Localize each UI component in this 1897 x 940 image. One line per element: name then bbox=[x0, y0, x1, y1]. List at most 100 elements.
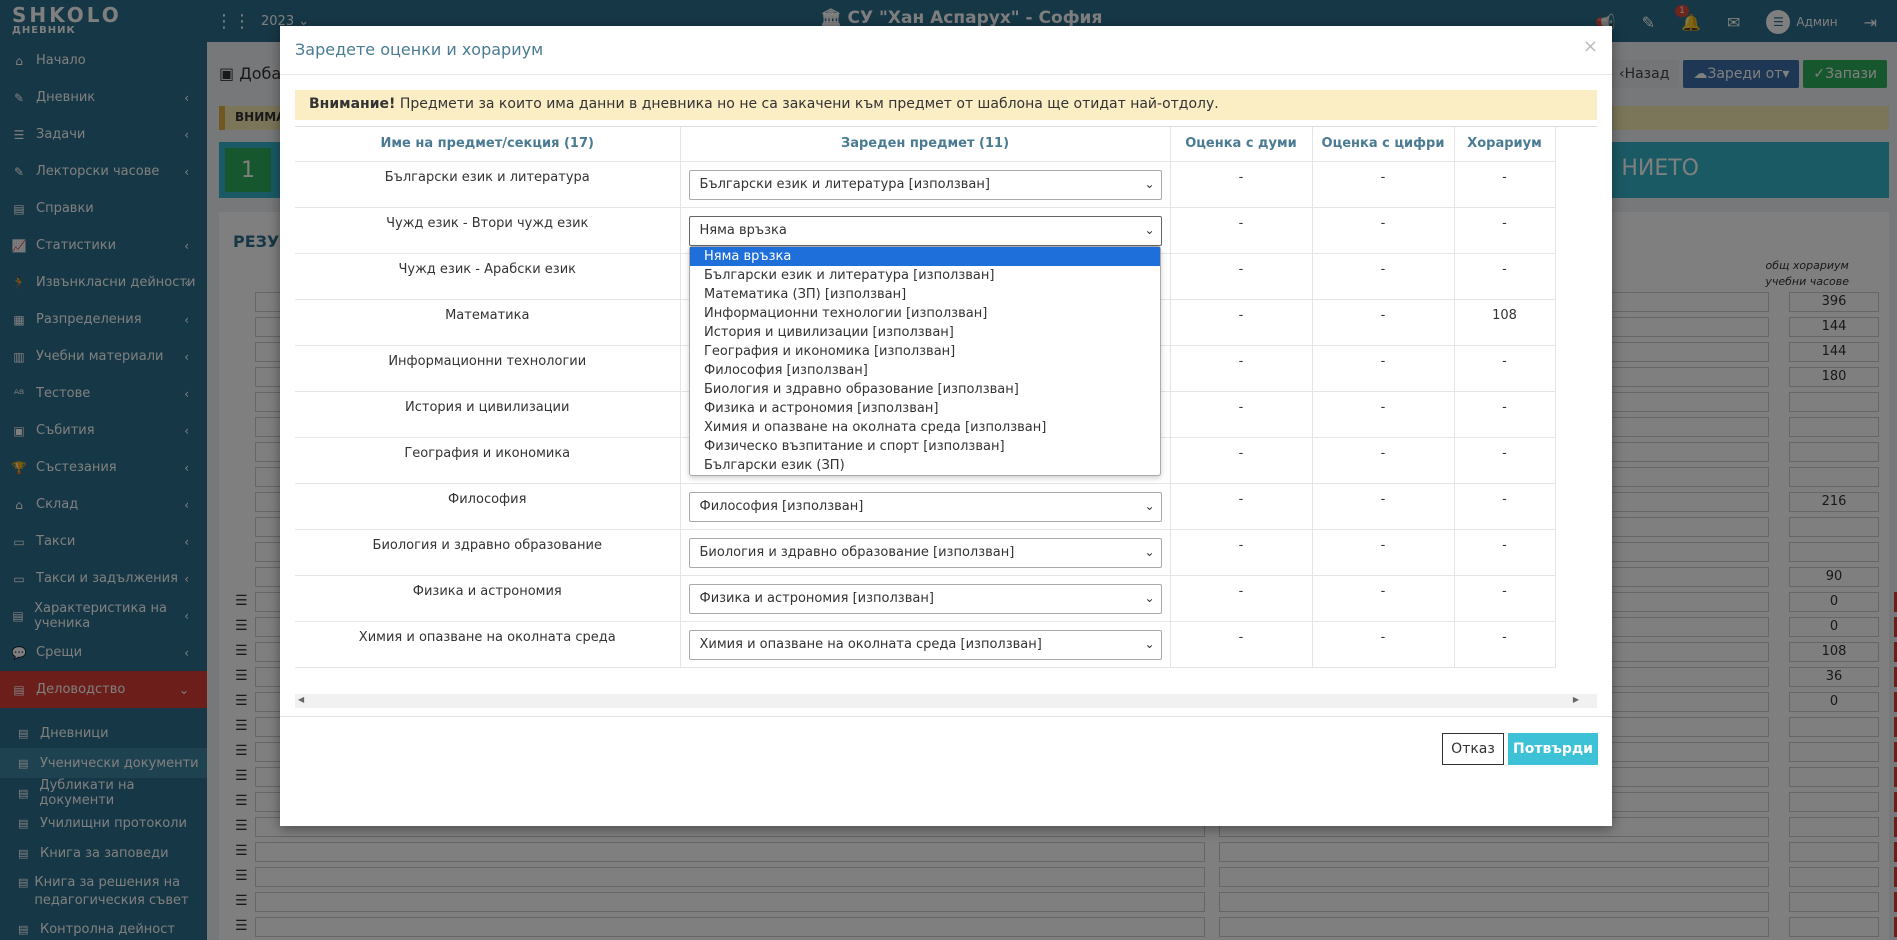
loaded-subject-select[interactable]: Биология и здравно образование [използва… bbox=[688, 537, 1162, 568]
dropdown-option[interactable]: География и икономика [използван] bbox=[690, 342, 1160, 361]
subject-name: География и икономика bbox=[295, 437, 681, 484]
dropdown-option[interactable]: Физическо възпитание и спорт [използван] bbox=[690, 437, 1160, 456]
grade-words: - bbox=[1170, 161, 1313, 208]
loaded-subject-select[interactable]: Философия [използван] ⌄ bbox=[688, 491, 1162, 522]
grade-digits: - bbox=[1312, 253, 1455, 300]
grade-words: - bbox=[1170, 575, 1313, 622]
chevron-down-icon: ⌄ bbox=[1144, 590, 1155, 605]
loaded-subject-cell: Философия [използван] ⌄ bbox=[680, 483, 1171, 530]
chevron-down-icon: ⌄ bbox=[1144, 222, 1155, 237]
dropdown-option[interactable]: Няма връзка bbox=[690, 247, 1160, 266]
scroll-left-icon[interactable]: ◀ bbox=[298, 695, 304, 704]
subject-name: Чужд език - Арабски език bbox=[295, 253, 681, 300]
grade-digits: - bbox=[1312, 207, 1455, 254]
grade-digits: - bbox=[1312, 575, 1455, 622]
hours-value: - bbox=[1454, 253, 1556, 300]
modal-header: Заредете оценки и хорариум × bbox=[280, 26, 1612, 75]
col-grade-words: Оценка с думи bbox=[1170, 127, 1313, 162]
loaded-subject-select[interactable]: Няма връзка ⌄ bbox=[688, 215, 1162, 246]
hours-value: - bbox=[1454, 345, 1556, 392]
loaded-subject-select[interactable]: Химия и опазване на околната среда [изпо… bbox=[688, 629, 1162, 660]
subject-name: Биология и здравно образование bbox=[295, 529, 681, 576]
col-subject-name: Име на предмет/секция (17) bbox=[295, 127, 681, 162]
dropdown-option[interactable]: Философия [използван] bbox=[690, 361, 1160, 380]
dropdown-option[interactable]: Български език (ЗП) bbox=[690, 456, 1160, 475]
subject-name: Физика и астрономия bbox=[295, 575, 681, 622]
hours-value: - bbox=[1454, 483, 1556, 530]
hours-value: - bbox=[1454, 391, 1556, 438]
grade-words: - bbox=[1170, 437, 1313, 484]
table-row: Философия Философия [използван] ⌄ - - - bbox=[295, 483, 1556, 530]
dropdown-option[interactable]: Математика (ЗП) [използван] bbox=[690, 285, 1160, 304]
loaded-subject-select[interactable]: Физика и астрономия [използван] ⌄ bbox=[688, 583, 1162, 614]
notice-text: Предмети за които има данни в дневника н… bbox=[395, 96, 1219, 112]
dropdown-option[interactable]: История и цивилизации [използван] bbox=[690, 323, 1160, 342]
grade-digits: - bbox=[1312, 299, 1455, 346]
grade-words: - bbox=[1170, 207, 1313, 254]
table-header-row: Име на предмет/секция (17) Зареден предм… bbox=[295, 127, 1556, 162]
select-value: Философия [използван] bbox=[699, 498, 864, 514]
modal-title: Заредете оценки и хорариум bbox=[295, 40, 544, 59]
dropdown-option[interactable]: Български език и литература [използван] bbox=[690, 266, 1160, 285]
loaded-subject-cell: Физика и астрономия [използван] ⌄ bbox=[680, 575, 1171, 622]
dropdown-option[interactable]: Биология и здравно образование [използва… bbox=[690, 380, 1160, 399]
select-value: Български език и литература [използван] bbox=[699, 176, 990, 192]
chevron-down-icon: ⌄ bbox=[1144, 176, 1155, 191]
grade-words: - bbox=[1170, 299, 1313, 346]
grade-digits: - bbox=[1312, 621, 1455, 668]
close-icon[interactable]: × bbox=[1583, 36, 1598, 57]
col-loaded-subject: Зареден предмет (11) bbox=[680, 127, 1171, 162]
table-row: Химия и опазване на околната среда Химия … bbox=[295, 621, 1556, 668]
notice-banner: Внимание! Предмети за които има данни в … bbox=[295, 90, 1597, 120]
dropdown-option[interactable]: Химия и опазване на околната среда [изпо… bbox=[690, 418, 1160, 437]
cancel-button[interactable]: Отказ bbox=[1442, 733, 1504, 765]
hours-value: - bbox=[1454, 575, 1556, 622]
select-value: Физика и астрономия [използван] bbox=[699, 590, 934, 606]
subject-name: Информационни технологии bbox=[295, 345, 681, 392]
loaded-subject-cell: Български език и литература [използван] ⌄ bbox=[680, 161, 1171, 208]
grade-words: - bbox=[1170, 391, 1313, 438]
scroll-right-icon[interactable]: ▶ bbox=[1573, 695, 1579, 704]
dropdown-option[interactable]: Информационни технологии [използван] bbox=[690, 304, 1160, 323]
hours-value: - bbox=[1454, 437, 1556, 484]
chevron-down-icon: ⌄ bbox=[1144, 636, 1155, 651]
subject-name: Химия и опазване на околната среда bbox=[295, 621, 681, 668]
notice-bold: Внимание! bbox=[309, 96, 396, 112]
subject-name: Чужд език - Втори чужд език bbox=[295, 207, 681, 254]
loaded-subject-cell: Химия и опазване на околната среда [изпо… bbox=[680, 621, 1171, 668]
grade-words: - bbox=[1170, 345, 1313, 392]
grade-digits: - bbox=[1312, 161, 1455, 208]
grade-digits: - bbox=[1312, 529, 1455, 576]
confirm-button[interactable]: Потвърди bbox=[1508, 733, 1598, 765]
grade-words: - bbox=[1170, 529, 1313, 576]
grade-digits: - bbox=[1312, 391, 1455, 438]
hours-value: - bbox=[1454, 621, 1556, 668]
grade-words: - bbox=[1170, 483, 1313, 530]
table-row: Български език и литература Български ези… bbox=[295, 161, 1556, 208]
loaded-subject-cell: Биология и здравно образование [използва… bbox=[680, 529, 1171, 576]
subject-name: Математика bbox=[295, 299, 681, 346]
subject-name: История и цивилизации bbox=[295, 391, 681, 438]
horizontal-scrollbar[interactable]: ◀ ▶ bbox=[295, 694, 1597, 708]
hours-value: 108 bbox=[1454, 299, 1556, 346]
select-value: Няма връзка bbox=[699, 222, 787, 238]
grade-digits: - bbox=[1312, 345, 1455, 392]
subject-name: Философия bbox=[295, 483, 681, 530]
hours-value: - bbox=[1454, 207, 1556, 254]
table-row: Физика и астрономия Физика и астрономия [… bbox=[295, 575, 1556, 622]
subject-name: Български език и литература bbox=[295, 161, 681, 208]
dropdown-option[interactable]: Физика и астрономия [използван] bbox=[690, 399, 1160, 418]
grade-words: - bbox=[1170, 253, 1313, 300]
hours-value: - bbox=[1454, 161, 1556, 208]
select-value: Химия и опазване на околната среда [изпо… bbox=[699, 636, 1042, 652]
col-hours: Хорариум bbox=[1454, 127, 1556, 162]
subject-dropdown-list[interactable]: Няма връзка Български език и литература [… bbox=[689, 246, 1161, 476]
loaded-subject-select[interactable]: Български език и литература [използван] ⌄ bbox=[688, 169, 1162, 200]
modal-footer: Отказ Потвърди bbox=[280, 716, 1612, 826]
select-value: Биология и здравно образование [използва… bbox=[699, 544, 1015, 560]
chevron-down-icon: ⌄ bbox=[1144, 498, 1155, 513]
hours-value: - bbox=[1454, 529, 1556, 576]
table-row: Биология и здравно образование Биология и… bbox=[295, 529, 1556, 576]
grade-digits: - bbox=[1312, 437, 1455, 484]
grade-words: - bbox=[1170, 621, 1313, 668]
